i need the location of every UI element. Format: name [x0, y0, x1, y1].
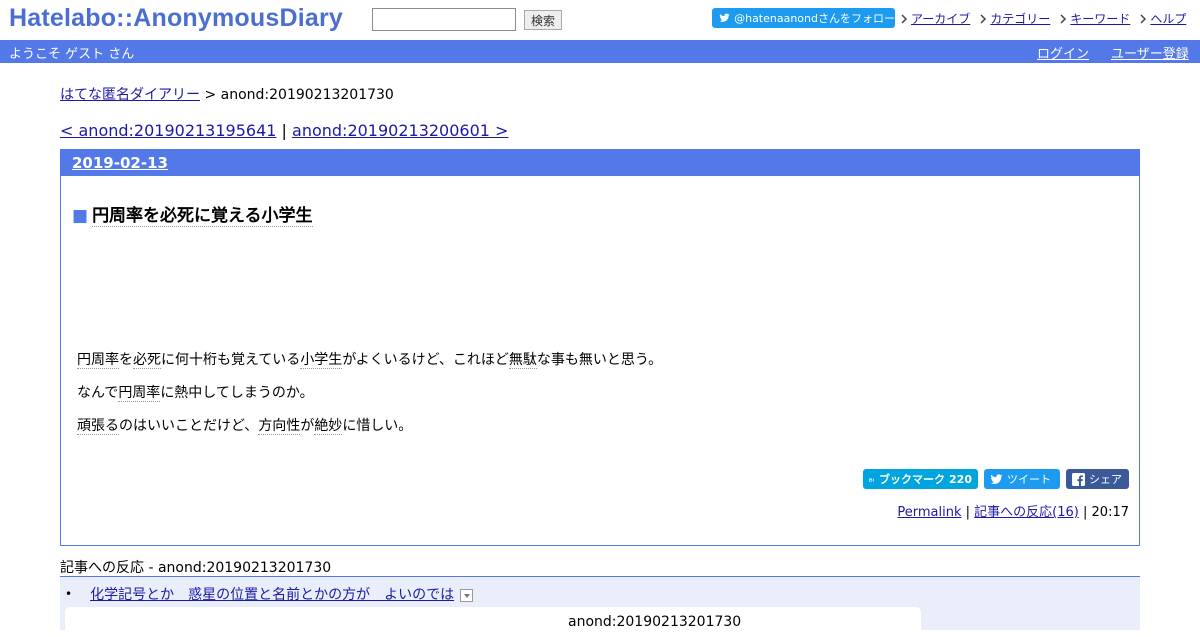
twitter-follow-button[interactable]: @hatenaanondさんをフォロー — [712, 8, 895, 28]
search-button[interactable]: 検索 — [524, 10, 562, 30]
arrow-right-icon — [1140, 13, 1147, 24]
keyword-link[interactable]: 記事への反応 — [60, 560, 144, 577]
entry-time: 20:17 — [1091, 505, 1129, 520]
follow-label: @hatenaanondさんをフォロー — [734, 12, 895, 25]
tweet-button[interactable]: ツイート — [984, 469, 1060, 489]
user-bar: ようこそ ゲスト さん ログイン ユーザー登録 — [0, 40, 1200, 63]
text-run: に熱中してしまうのか。 — [160, 385, 314, 401]
keyword-link[interactable]: 小学生 — [300, 352, 343, 369]
prev-entry-link[interactable]: < anond:20190213195641 — [60, 121, 276, 140]
arrow-right-icon — [1060, 13, 1067, 24]
pager-divider: | — [281, 121, 287, 140]
hatena-bookmark-button[interactable]: B! ブックマーク 220 — [863, 469, 978, 489]
keyword-link[interactable]: 円周率 — [77, 352, 119, 369]
text-run: がよくいるけど、これほど — [342, 352, 509, 368]
login-link[interactable]: ログイン — [1037, 43, 1089, 62]
site-header: Hatelabo::AnonymousDiary 検索 @hatenaanond… — [0, 0, 1200, 40]
nav-help-link[interactable]: ヘルプ — [1150, 10, 1186, 27]
permalink-link[interactable]: Permalink — [897, 505, 961, 520]
tweet-label: ツイート — [1007, 473, 1051, 486]
text-run: な事も無いと思う。 — [536, 352, 663, 368]
entry-pager: < anond:20190213195641 | anond:201902132… — [60, 121, 508, 140]
breadcrumb-home-link[interactable]: はてな匿名ダイアリー — [60, 87, 200, 103]
bullet-icon: • — [65, 587, 73, 601]
keyword-link[interactable]: 必死 — [133, 352, 161, 369]
facebook-f-icon — [1072, 472, 1085, 486]
text-run: が — [300, 418, 315, 434]
twitter-bird-icon — [719, 13, 730, 22]
keyword-link[interactable]: 円周率 — [118, 385, 161, 402]
nav-archive-link[interactable]: アーカイブ — [911, 10, 970, 27]
day-date-link[interactable]: 2019-02-13 — [72, 154, 168, 172]
entry-title-link[interactable]: 円周率を必死に覚える小学生 — [92, 206, 313, 227]
text-run: に惜しい。 — [342, 418, 413, 434]
reaction-preview-card: anond:20190213201730 — [65, 607, 921, 637]
reaction-card-title: anond:20190213201730 — [568, 614, 742, 630]
list-item: • 化学記号とか 惑星の位置と名前とかの方が よいのでは — [65, 584, 474, 604]
text-run: のはいいことだけど、 — [119, 418, 259, 434]
entry-title-mark-link[interactable]: ■ — [72, 206, 88, 226]
facebook-share-label: シェア — [1089, 473, 1122, 486]
text-run: なんで — [77, 385, 119, 401]
text-run: を — [119, 352, 133, 368]
nav-archive[interactable]: アーカイブ — [901, 10, 970, 27]
reactions-title: 記事への反応 - anond:20190213201730 — [60, 557, 331, 577]
nav-category[interactable]: カテゴリー — [980, 10, 1050, 27]
reactions-count-link[interactable]: 記事への反応(16) — [974, 505, 1079, 520]
site-logo[interactable]: Hatelabo::AnonymousDiary — [9, 4, 343, 33]
footer-sep: | — [965, 505, 971, 520]
keyword-link[interactable]: 無駄 — [508, 352, 537, 369]
breadcrumb-separator: > — [204, 87, 217, 103]
arrow-right-icon — [901, 13, 908, 24]
entry-paragraph: 円周率を必死に何十桁も覚えている小学生がよくいるけど、これほど無駄な事も無いと思… — [77, 349, 662, 369]
svg-text:B!: B! — [869, 477, 875, 483]
keyword-link[interactable]: 頑張る — [77, 418, 119, 435]
reaction-link[interactable]: 化学記号とか 惑星の位置と名前とかの方が よいのでは — [90, 584, 454, 604]
chevron-down-icon[interactable] — [460, 588, 474, 602]
arrow-right-icon — [980, 13, 987, 24]
twitter-bird-icon — [990, 473, 1003, 484]
nav-help[interactable]: ヘルプ — [1140, 10, 1186, 27]
header-nav: アーカイブ カテゴリー キーワード ヘルプ — [901, 10, 1186, 27]
nav-keyword[interactable]: キーワード — [1060, 10, 1130, 27]
reactions-title-rest: - anond:20190213201730 — [144, 560, 332, 576]
text-run: に何十桁も覚えている — [161, 352, 301, 368]
entry-footer: Permalink | 記事への反応(16) | 20:17 — [897, 501, 1129, 520]
facebook-share-button[interactable]: シェア — [1066, 469, 1129, 489]
keyword-link[interactable]: 絶妙 — [314, 418, 343, 435]
search-input[interactable] — [372, 8, 516, 31]
entry-paragraph: なんで円周率に熱中してしまうのか。 — [77, 382, 314, 402]
entry-title: ■ 円周率を必死に覚える小学生 — [72, 201, 313, 227]
reactions-list: • 化学記号とか 惑星の位置と名前とかの方が よいのでは anond:20190… — [60, 576, 1140, 637]
bookmark-label: ブックマーク — [879, 473, 946, 486]
breadcrumb: はてな匿名ダイアリー > anond:20190213201730 — [60, 84, 394, 104]
day-section: 2019-02-13 ■ 円周率を必死に覚える小学生 円周率を必死に何十桁も覚えて… — [60, 149, 1140, 546]
day-header: 2019-02-13 — [61, 150, 1139, 176]
hatena-b-icon: B! — [869, 477, 875, 483]
keyword-link[interactable]: 方向性 — [258, 418, 301, 435]
breadcrumb-current: anond:20190213201730 — [220, 87, 394, 103]
nav-keyword-link[interactable]: キーワード — [1070, 10, 1130, 27]
footer-sep: | — [1083, 505, 1088, 520]
nav-category-link[interactable]: カテゴリー — [990, 10, 1050, 27]
next-entry-link[interactable]: anond:20190213200601 > — [292, 121, 508, 140]
entry-paragraph: 頑張るのはいいことだけど、方向性が絶妙に惜しい。 — [77, 415, 412, 435]
welcome-text: ようこそ ゲスト さん — [9, 47, 135, 62]
bookmark-count: 220 — [949, 472, 972, 486]
register-link[interactable]: ユーザー登録 — [1111, 43, 1189, 62]
